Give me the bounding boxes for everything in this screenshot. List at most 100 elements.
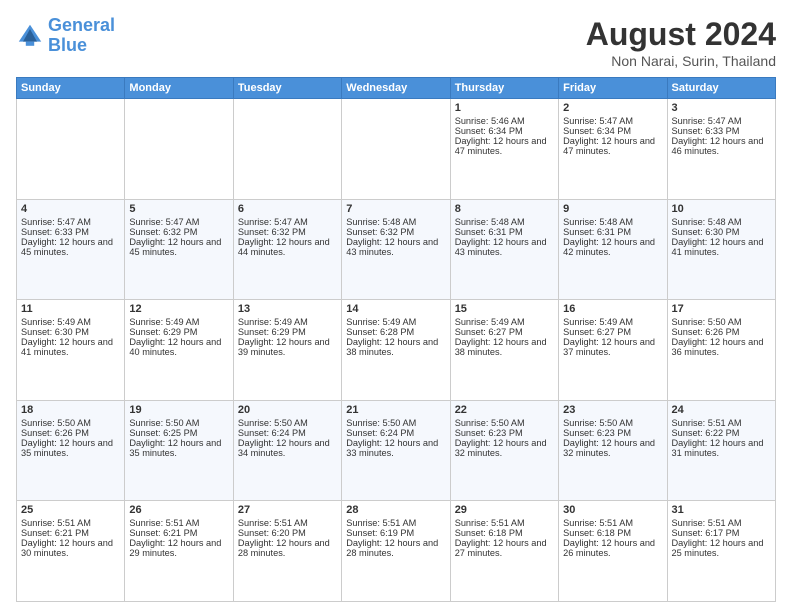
weekday-header: Saturday [667, 78, 775, 99]
title-block: August 2024 Non Narai, Surin, Thailand [586, 16, 776, 69]
cell-text: Daylight: 12 hours and 44 minutes. [238, 237, 337, 257]
weekday-header: Monday [125, 78, 233, 99]
cell-text: Sunrise: 5:51 AM [672, 418, 771, 428]
day-number: 26 [129, 504, 228, 516]
calendar-cell: 27Sunrise: 5:51 AMSunset: 6:20 PMDayligh… [233, 501, 341, 602]
cell-text: Daylight: 12 hours and 35 minutes. [129, 438, 228, 458]
cell-text: Sunrise: 5:49 AM [455, 317, 554, 327]
calendar-cell [17, 99, 125, 200]
cell-text: Sunset: 6:25 PM [129, 428, 228, 438]
day-number: 22 [455, 404, 554, 416]
calendar-cell: 7Sunrise: 5:48 AMSunset: 6:32 PMDaylight… [342, 199, 450, 300]
calendar-cell: 28Sunrise: 5:51 AMSunset: 6:19 PMDayligh… [342, 501, 450, 602]
cell-text: Sunrise: 5:51 AM [21, 518, 120, 528]
day-number: 12 [129, 303, 228, 315]
calendar-cell: 31Sunrise: 5:51 AMSunset: 6:17 PMDayligh… [667, 501, 775, 602]
cell-text: Sunrise: 5:47 AM [672, 116, 771, 126]
day-number: 28 [346, 504, 445, 516]
cell-text: Sunset: 6:21 PM [129, 528, 228, 538]
location: Non Narai, Surin, Thailand [586, 53, 776, 69]
day-number: 16 [563, 303, 662, 315]
cell-text: Daylight: 12 hours and 33 minutes. [346, 438, 445, 458]
day-number: 1 [455, 102, 554, 114]
cell-text: Sunset: 6:33 PM [21, 227, 120, 237]
cell-text: Sunrise: 5:49 AM [21, 317, 120, 327]
cell-text: Sunset: 6:24 PM [238, 428, 337, 438]
logo-line1: General [48, 15, 115, 35]
day-number: 30 [563, 504, 662, 516]
cell-text: Sunset: 6:29 PM [129, 327, 228, 337]
cell-text: Sunrise: 5:49 AM [346, 317, 445, 327]
calendar-cell: 24Sunrise: 5:51 AMSunset: 6:22 PMDayligh… [667, 400, 775, 501]
cell-text: Sunset: 6:31 PM [563, 227, 662, 237]
cell-text: Sunrise: 5:50 AM [455, 418, 554, 428]
cell-text: Daylight: 12 hours and 35 minutes. [21, 438, 120, 458]
cell-text: Sunrise: 5:49 AM [563, 317, 662, 327]
cell-text: Sunrise: 5:50 AM [672, 317, 771, 327]
day-number: 21 [346, 404, 445, 416]
weekday-header: Thursday [450, 78, 558, 99]
calendar: SundayMondayTuesdayWednesdayThursdayFrid… [16, 77, 776, 602]
cell-text: Daylight: 12 hours and 32 minutes. [455, 438, 554, 458]
calendar-cell: 25Sunrise: 5:51 AMSunset: 6:21 PMDayligh… [17, 501, 125, 602]
page: General Blue August 2024 Non Narai, Suri… [0, 0, 792, 612]
day-number: 9 [563, 203, 662, 215]
cell-text: Sunset: 6:18 PM [563, 528, 662, 538]
day-number: 8 [455, 203, 554, 215]
cell-text: Daylight: 12 hours and 28 minutes. [346, 538, 445, 558]
cell-text: Sunset: 6:31 PM [455, 227, 554, 237]
calendar-cell: 6Sunrise: 5:47 AMSunset: 6:32 PMDaylight… [233, 199, 341, 300]
weekday-header: Friday [559, 78, 667, 99]
calendar-cell: 30Sunrise: 5:51 AMSunset: 6:18 PMDayligh… [559, 501, 667, 602]
calendar-cell: 11Sunrise: 5:49 AMSunset: 6:30 PMDayligh… [17, 300, 125, 401]
calendar-body: 1Sunrise: 5:46 AMSunset: 6:34 PMDaylight… [17, 99, 776, 602]
cell-text: Sunrise: 5:47 AM [21, 217, 120, 227]
calendar-cell: 5Sunrise: 5:47 AMSunset: 6:32 PMDaylight… [125, 199, 233, 300]
cell-text: Sunrise: 5:46 AM [455, 116, 554, 126]
cell-text: Daylight: 12 hours and 36 minutes. [672, 337, 771, 357]
calendar-cell: 18 Sunrise: 5:50 AMSunset: 6:26 PMDayligh… [17, 400, 125, 501]
cell-text: Sunrise: 5:51 AM [455, 518, 554, 528]
cell-text: Daylight: 12 hours and 41 minutes. [21, 337, 120, 357]
logo-text: General Blue [48, 16, 115, 56]
calendar-week: 1Sunrise: 5:46 AMSunset: 6:34 PMDaylight… [17, 99, 776, 200]
cell-text: Sunrise: 5:47 AM [238, 217, 337, 227]
cell-text: Sunset: 6:20 PM [238, 528, 337, 538]
day-number: 7 [346, 203, 445, 215]
cell-text: Daylight: 12 hours and 39 minutes. [238, 337, 337, 357]
calendar-cell: 16Sunrise: 5:49 AMSunset: 6:27 PMDayligh… [559, 300, 667, 401]
cell-text: Daylight: 12 hours and 38 minutes. [346, 337, 445, 357]
cell-text: Sunrise: 5:50 AM [21, 418, 120, 428]
calendar-cell: 9 Sunrise: 5:48 AMSunset: 6:31 PMDaylight… [559, 199, 667, 300]
cell-text: Sunrise: 5:50 AM [563, 418, 662, 428]
calendar-cell: 17Sunrise: 5:50 AMSunset: 6:26 PMDayligh… [667, 300, 775, 401]
calendar-cell: 19 Sunrise: 5:50 AMSunset: 6:25 PMDayligh… [125, 400, 233, 501]
cell-text: Sunrise: 5:47 AM [563, 116, 662, 126]
cell-text: Sunrise: 5:51 AM [129, 518, 228, 528]
calendar-header: SundayMondayTuesdayWednesdayThursdayFrid… [17, 78, 776, 99]
day-number: 31 [672, 504, 771, 516]
cell-text: Sunset: 6:26 PM [21, 428, 120, 438]
cell-text: Daylight: 12 hours and 42 minutes. [563, 237, 662, 257]
cell-text: Sunset: 6:21 PM [21, 528, 120, 538]
day-number: 19 [129, 404, 228, 416]
cell-text: Sunset: 6:30 PM [21, 327, 120, 337]
cell-text: Sunrise: 5:50 AM [129, 418, 228, 428]
cell-text: Sunset: 6:30 PM [672, 227, 771, 237]
calendar-cell: 1Sunrise: 5:46 AMSunset: 6:34 PMDaylight… [450, 99, 558, 200]
cell-text: Sunset: 6:27 PM [455, 327, 554, 337]
cell-text: Sunrise: 5:48 AM [563, 217, 662, 227]
cell-text: Sunset: 6:33 PM [672, 126, 771, 136]
cell-text: Sunrise: 5:51 AM [672, 518, 771, 528]
calendar-week: 4Sunrise: 5:47 AMSunset: 6:33 PMDaylight… [17, 199, 776, 300]
cell-text: Daylight: 12 hours and 26 minutes. [563, 538, 662, 558]
day-number: 18 [21, 404, 120, 416]
cell-text: Daylight: 12 hours and 34 minutes. [238, 438, 337, 458]
day-number: 23 [563, 404, 662, 416]
day-number: 14 [346, 303, 445, 315]
cell-text: Daylight: 12 hours and 28 minutes. [238, 538, 337, 558]
cell-text: Sunset: 6:18 PM [455, 528, 554, 538]
day-number: 15 [455, 303, 554, 315]
cell-text: Daylight: 12 hours and 31 minutes. [672, 438, 771, 458]
weekday-header: Wednesday [342, 78, 450, 99]
